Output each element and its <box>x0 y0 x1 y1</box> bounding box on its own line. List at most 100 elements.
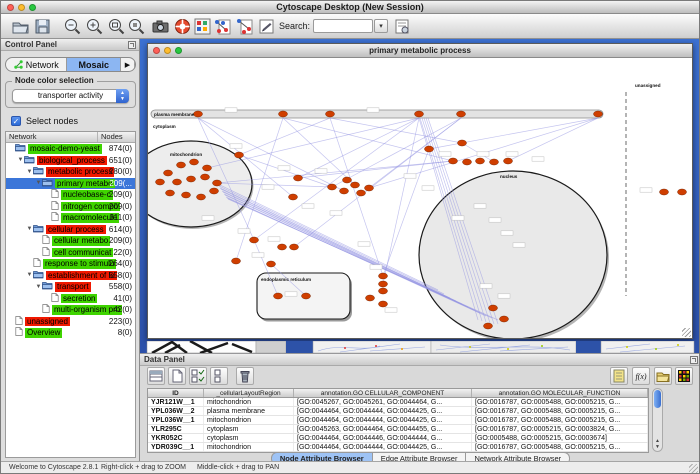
tree-item-transport[interactable]: ▼transport558(0) <box>6 281 135 293</box>
table-row[interactable]: YPL036W__2plasma membrane[GO:0044464, GO… <box>148 407 648 416</box>
graph-node[interactable] <box>182 192 191 198</box>
window-resize-grip[interactable] <box>689 464 698 473</box>
graph-node[interactable] <box>379 281 388 287</box>
zoom-view-button[interactable] <box>175 47 182 54</box>
graph-node[interactable] <box>366 295 375 301</box>
graph-node[interactable] <box>379 288 388 294</box>
graph-node[interactable] <box>463 159 472 165</box>
table-row[interactable]: YLR295Ccytoplasm[GO:0045263, GO:0044464,… <box>148 425 648 434</box>
tree-item-nitrogen-compo[interactable]: nitrogen compo209(0) <box>6 201 135 213</box>
expander-icon[interactable]: ▼ <box>35 284 42 290</box>
layout-1-icon[interactable] <box>213 17 232 36</box>
graph-node[interactable] <box>500 316 509 322</box>
zoom-selected-icon[interactable] <box>127 17 146 36</box>
expander-icon[interactable]: ▼ <box>26 272 33 278</box>
close-view-button[interactable] <box>153 47 160 54</box>
graph-node[interactable] <box>457 111 466 117</box>
table-row[interactable]: YKR052Ccytoplasm[GO:0044464, GO:0044446,… <box>148 434 648 443</box>
graph-node[interactable] <box>365 185 374 191</box>
graph-node[interactable] <box>164 170 173 176</box>
snapshot-icon[interactable] <box>151 17 170 36</box>
graph-node[interactable] <box>594 111 603 117</box>
graph-node[interactable] <box>274 293 283 299</box>
graph-node[interactable] <box>166 190 175 196</box>
graph-node[interactable] <box>177 162 186 168</box>
annotation-icon[interactable] <box>257 17 276 36</box>
tab-mosaic[interactable]: Mosaic <box>67 58 121 71</box>
notes-icon[interactable] <box>610 367 628 385</box>
open-file-icon[interactable] <box>11 17 30 36</box>
graph-node[interactable] <box>678 189 687 195</box>
graph-node[interactable] <box>156 179 165 185</box>
tree-item-establishment-of-lo[interactable]: ▼establishment of lo558(0) <box>6 270 135 282</box>
float-data-panel-icon[interactable] <box>690 356 698 364</box>
graph-node[interactable] <box>357 190 366 196</box>
graph-node[interactable] <box>190 159 199 165</box>
tree-item-unassigned[interactable]: unassigned223(0) <box>6 316 135 328</box>
new-page-icon[interactable] <box>168 367 186 385</box>
import-folder-icon[interactable] <box>654 367 672 385</box>
close-window-button[interactable] <box>7 4 14 11</box>
tree-column-network[interactable]: Network <box>6 132 98 142</box>
tab-network[interactable]: Network <box>6 58 67 71</box>
expander-icon[interactable]: ▼ <box>26 226 33 232</box>
tree-item-cellular-metabo[interactable]: cellular metabo209(0) <box>6 235 135 247</box>
graph-node[interactable] <box>302 293 311 299</box>
network-canvas[interactable]: plasma membranecytoplasmmitochondrionnuc… <box>148 58 692 338</box>
trash-icon[interactable] <box>236 367 254 385</box>
graph-node[interactable] <box>210 188 219 194</box>
graph-node[interactable] <box>213 180 222 186</box>
scroll-down-arrow[interactable]: ▼ <box>653 444 662 450</box>
graph-node[interactable] <box>294 175 303 181</box>
view-resize-grip[interactable] <box>682 328 691 337</box>
table-icon[interactable] <box>147 367 165 385</box>
deselect-icon[interactable] <box>210 367 228 385</box>
search-input[interactable] <box>313 19 373 33</box>
graph-node[interactable] <box>328 184 337 190</box>
tree-item-primary-metabo[interactable]: ▼primary metabo209(... <box>6 178 135 190</box>
zoom-window-button[interactable] <box>29 4 36 11</box>
column-header-0[interactable]: ID <box>148 389 204 397</box>
graph-node[interactable] <box>187 176 196 182</box>
zoom-fit-icon[interactable] <box>107 17 126 36</box>
table-row[interactable]: YPL036W__1mitochondrion[GO:0044464, GO:0… <box>148 416 648 425</box>
tree-item-cell-communicat[interactable]: cell communicat22(0) <box>6 247 135 259</box>
select-all-icon[interactable] <box>189 367 207 385</box>
zoom-in-icon[interactable] <box>85 17 104 36</box>
graph-node[interactable] <box>484 323 493 329</box>
graph-node[interactable] <box>194 111 203 117</box>
graph-node[interactable] <box>425 146 434 152</box>
minimize-view-button[interactable] <box>164 47 171 54</box>
graph-node[interactable] <box>343 177 352 183</box>
network-view-titlebar[interactable]: primary metabolic process <box>148 44 692 58</box>
tree-item-mosaic-demo-yeast[interactable]: mosaic-demo-yeast874(0) <box>6 143 135 155</box>
graph-node[interactable] <box>660 189 669 195</box>
float-panel-icon[interactable] <box>128 41 136 49</box>
minimize-window-button[interactable] <box>18 4 25 11</box>
column-header-1[interactable]: _cellularLayoutRegion <box>204 389 294 397</box>
graph-node[interactable] <box>489 305 498 311</box>
help-icon[interactable] <box>173 17 192 36</box>
tree-item-macromolecule[interactable]: macromolecule311(0) <box>6 212 135 224</box>
expander-icon[interactable]: ▼ <box>17 157 24 163</box>
tree-item-overview[interactable]: Overview8(0) <box>6 327 135 339</box>
column-header-2[interactable]: annotation.GO CELLULAR_COMPONENT <box>294 389 472 397</box>
graph-node[interactable] <box>232 258 241 264</box>
tree-item-metabolic-process[interactable]: ▼metabolic process280(0) <box>6 166 135 178</box>
graph-node[interactable] <box>379 301 388 307</box>
graph-node[interactable] <box>351 182 360 188</box>
tree-item-cellular-process[interactable]: ▼cellular process614(0) <box>6 224 135 236</box>
expander-icon[interactable]: ▼ <box>35 180 42 186</box>
heatmap-icon[interactable] <box>675 367 693 385</box>
graph-node[interactable] <box>278 244 287 250</box>
graph-node[interactable] <box>250 237 259 243</box>
function-icon[interactable]: f(x) <box>632 367 650 385</box>
graph-node[interactable] <box>458 140 467 146</box>
graph-node[interactable] <box>379 273 388 279</box>
graph-node[interactable] <box>449 158 458 164</box>
search-config-icon[interactable] <box>393 17 412 36</box>
graph-node[interactable] <box>235 152 244 158</box>
tree-item-secretion[interactable]: secretion41(0) <box>6 293 135 305</box>
graph-node[interactable] <box>197 194 206 200</box>
graph-node[interactable] <box>490 159 499 165</box>
